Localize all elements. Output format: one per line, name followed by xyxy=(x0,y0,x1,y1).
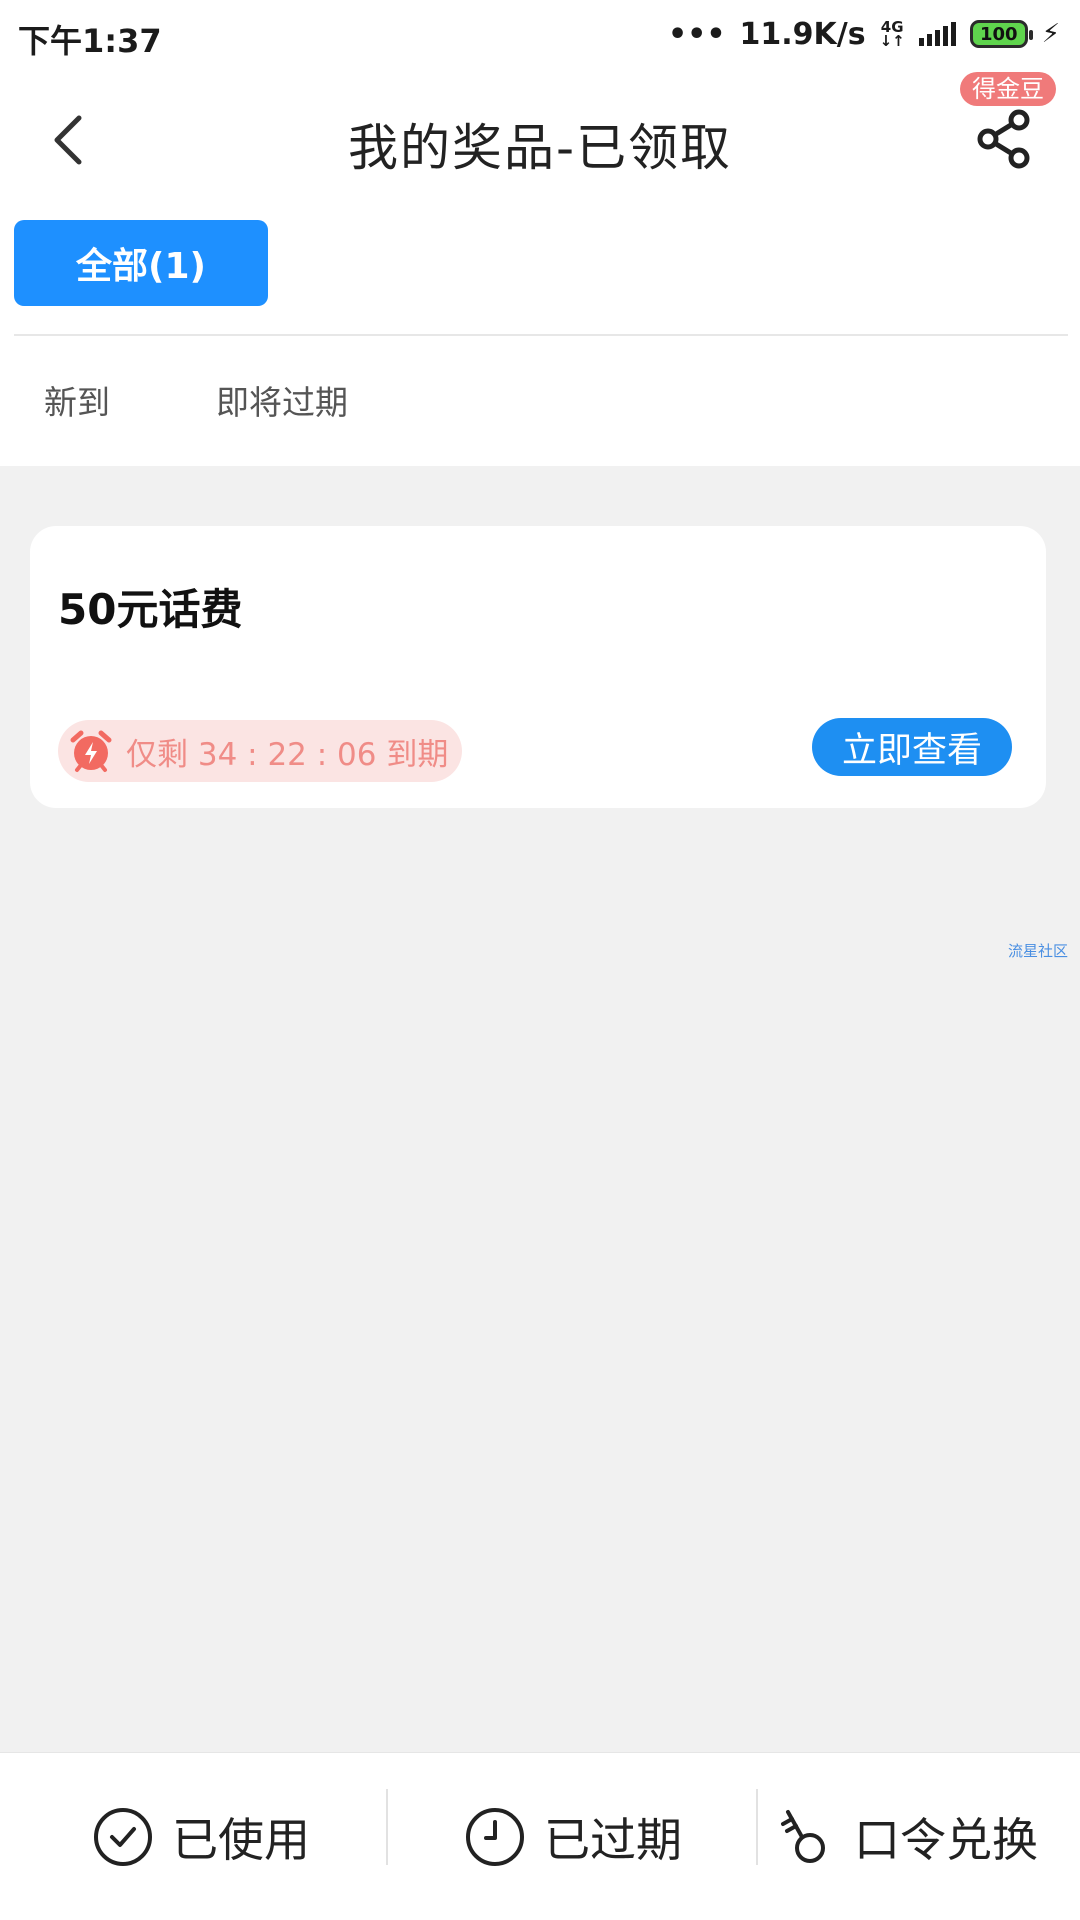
watermark: 流星社区 xyxy=(1007,942,1068,960)
prize-title: 50元话费 xyxy=(58,585,243,634)
signal-icon xyxy=(918,22,956,46)
lightning-bolt-icon: ⚡ xyxy=(1041,19,1060,49)
tab-all[interactable]: 全部(1) xyxy=(14,220,268,306)
divider xyxy=(14,334,1068,336)
code-redeem-button[interactable]: 口令兑换 xyxy=(774,1753,1038,1920)
countdown-badge: 仅剩 34 : 22 : 06 到期 xyxy=(58,720,462,782)
clock-icon xyxy=(466,1808,524,1866)
view-now-button[interactable]: 立即查看 xyxy=(812,718,1012,776)
sub-tab-new[interactable]: 新到 xyxy=(44,376,110,424)
back-button[interactable] xyxy=(38,105,98,175)
used-label: 已使用 xyxy=(172,1813,310,1867)
status-time: 下午1:37 xyxy=(18,22,162,60)
chevron-left-icon xyxy=(54,115,82,165)
prize-card: 50元话费 仅剩 34 : 22 : 06 到期 立即查看 xyxy=(30,526,1046,808)
sub-tab-expiring[interactable]: 即将过期 xyxy=(216,376,348,424)
network-speed: 11.9K/s xyxy=(739,16,866,52)
code-redeem-label: 口令兑换 xyxy=(854,1813,1038,1867)
share-button[interactable] xyxy=(972,106,1036,172)
check-circle-icon xyxy=(94,1808,152,1866)
more-dots-icon: ••• xyxy=(667,16,726,52)
expired-button[interactable]: 已过期 xyxy=(464,1753,682,1920)
used-button[interactable]: 已使用 xyxy=(92,1753,310,1920)
page-title: 我的奖品-已领取 xyxy=(347,119,733,177)
bottom-bar: 已使用 已过期 口令兑换 xyxy=(0,1752,1080,1920)
key-icon xyxy=(781,1810,825,1863)
expired-label: 已过期 xyxy=(544,1813,682,1867)
bottom-divider xyxy=(756,1789,758,1865)
status-bar-right: ••• 11.9K/s 4G ↓↑ 100 ⚡ xyxy=(668,14,1060,54)
coin-badge[interactable]: 得金豆 xyxy=(960,72,1056,106)
share-icon xyxy=(977,109,1030,169)
countdown-text: 仅剩 34 : 22 : 06 到期 xyxy=(126,736,449,773)
alarm-clock-icon xyxy=(70,730,112,772)
bottom-divider xyxy=(386,1789,388,1865)
network-type: 4G ↓↑ xyxy=(879,18,905,50)
battery-icon: 100 xyxy=(969,20,1033,48)
